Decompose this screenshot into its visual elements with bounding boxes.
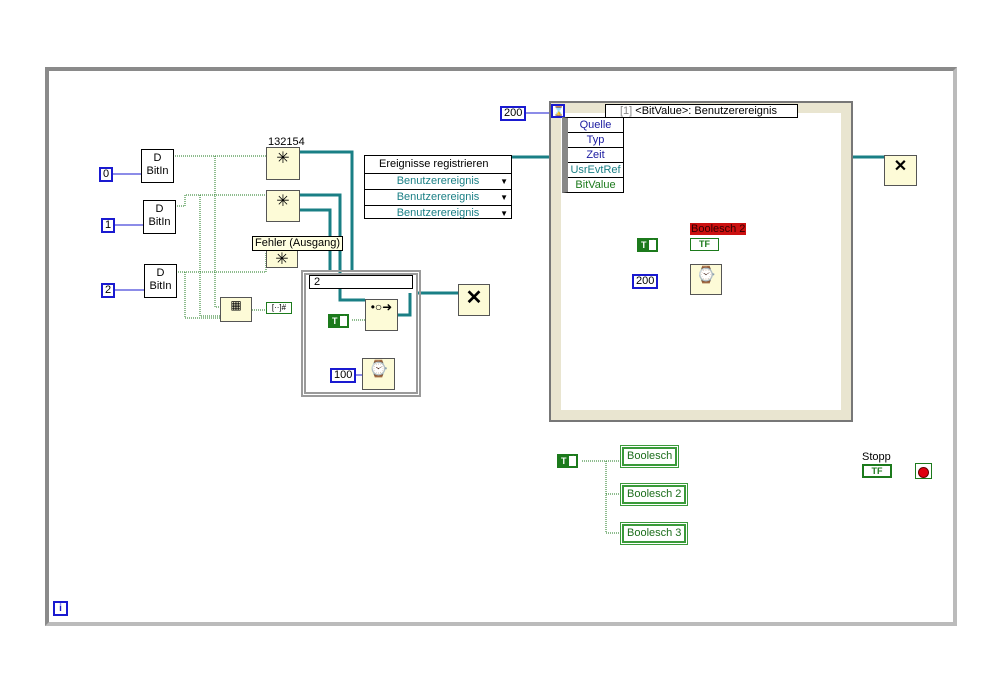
generate-user-event-icon[interactable]: •○➜ xyxy=(365,299,398,331)
unregister-events-icon[interactable]: ✕ xyxy=(884,155,917,186)
bitin-node-2[interactable]: D BitIn xyxy=(144,264,177,298)
register-events-node[interactable]: Ereignisse registrieren Benutzerereignis… xyxy=(364,155,512,221)
timeout-constant[interactable]: 200 xyxy=(500,106,527,121)
create-user-event-icon[interactable]: ✳ xyxy=(266,190,300,222)
event-data-node[interactable]: Quelle Typ Zeit UsrEvtRef BitValue xyxy=(562,117,624,193)
wait-ms-icon[interactable]: ⌚ xyxy=(362,358,395,390)
constant-2[interactable]: 2 xyxy=(101,283,116,298)
bitin-node-0[interactable]: D BitIn xyxy=(141,149,174,183)
event-data-quelle[interactable]: Quelle xyxy=(568,118,623,133)
register-row[interactable]: Benutzerereignis xyxy=(365,190,511,206)
timeout-hourglass-icon[interactable]: ⌛ xyxy=(551,104,565,118)
stop-label: Stopp xyxy=(862,451,891,463)
local-variable-boolesch-2[interactable]: TF xyxy=(690,238,719,251)
register-events-title: Ereignisse registrieren xyxy=(365,156,511,174)
indicator-boolesch-2[interactable]: Boolesch 2 xyxy=(619,483,689,506)
true-text: T xyxy=(330,316,340,326)
event-data-bitvalue[interactable]: BitValue xyxy=(568,178,623,192)
bitin-label: BitIn xyxy=(148,216,171,228)
constant-100[interactable]: 100 xyxy=(330,368,357,383)
boolean-array-to-number-icon[interactable]: [··]# xyxy=(266,302,292,314)
bitin-d: D xyxy=(156,267,165,279)
event-selector[interactable]: [1] <BitValue>: Benutzerereignis xyxy=(605,104,798,118)
true-constant[interactable]: T ⁑ xyxy=(557,454,578,468)
true-text: T xyxy=(639,240,649,250)
constant-1[interactable]: 1 xyxy=(101,218,116,233)
event-index: [1] xyxy=(620,105,633,117)
event-label: <BitValue>: Benutzerereignis xyxy=(635,105,777,117)
tooltip: Fehler (Ausgang) xyxy=(252,236,343,251)
bitin-d: D xyxy=(153,152,162,164)
local-variable-label: Boolesch 2 xyxy=(690,223,747,235)
constant-0[interactable]: 0 xyxy=(99,167,114,182)
bitin-label: BitIn xyxy=(149,280,172,292)
event-data-zeit[interactable]: Zeit xyxy=(568,148,623,163)
indicator-boolesch[interactable]: Boolesch xyxy=(619,445,680,468)
true-constant[interactable]: T ⁑ xyxy=(328,314,349,328)
case-selector[interactable]: 2 xyxy=(309,275,413,289)
info-icon[interactable]: i xyxy=(53,601,68,616)
destroy-user-event-icon[interactable]: ✕ xyxy=(458,284,490,316)
bitin-node-1[interactable]: D BitIn xyxy=(143,200,176,234)
bitin-d: D xyxy=(155,203,164,215)
create-user-event-icon[interactable]: ✳ xyxy=(266,147,300,180)
register-row[interactable]: Benutzerereignis xyxy=(365,206,511,221)
stop-condition-icon[interactable] xyxy=(915,463,932,479)
wait-ms-icon[interactable]: ⌚ xyxy=(690,264,722,295)
bitin-label: BitIn xyxy=(146,165,169,177)
register-row[interactable]: Benutzerereignis xyxy=(365,174,511,190)
true-text: T xyxy=(559,456,569,466)
true-constant[interactable]: T ⁑ xyxy=(637,238,658,252)
wait-constant-200[interactable]: 200 xyxy=(632,274,659,289)
event-data-typ[interactable]: Typ xyxy=(568,133,623,148)
stop-terminal[interactable]: TF xyxy=(862,464,892,478)
event-data-usrevtref[interactable]: UsrEvtRef xyxy=(568,163,623,178)
case-structure[interactable]: 2 xyxy=(301,270,421,397)
indicator-boolesch-3[interactable]: Boolesch 3 xyxy=(619,522,689,545)
build-array-icon[interactable]: ▦ xyxy=(220,297,252,322)
